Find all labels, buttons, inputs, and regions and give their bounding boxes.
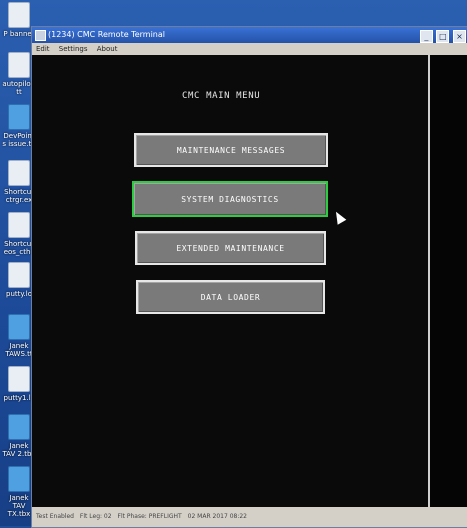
menu-about[interactable]: About	[97, 45, 118, 53]
file-icon	[8, 52, 30, 78]
side-panel	[430, 55, 467, 507]
button-label: DATA LOADER	[200, 292, 261, 302]
status-datetime: 02 MAR 2017 08:22	[187, 513, 247, 520]
minimize-button[interactable]: _	[419, 30, 433, 43]
document-icon	[8, 104, 30, 130]
data-loader-button[interactable]: DATA LOADER	[136, 280, 325, 314]
window-title: (1234) CMC Remote Terminal	[48, 30, 165, 39]
maximize-button[interactable]: □	[436, 30, 450, 43]
shortcut-icon	[8, 212, 30, 238]
menu-bar: Edit Settings About	[32, 43, 467, 55]
status-flight-phase: Flt Phase: PREFLIGHT	[117, 513, 182, 520]
status-bar: Test Enabled Flt Leg: 02 Flt Phase: PREF…	[32, 507, 467, 527]
file-icon	[8, 262, 30, 288]
mouse-pointer-icon	[331, 209, 347, 225]
title-bar[interactable]: (1234) CMC Remote Terminal _ □ ×	[32, 27, 467, 43]
button-label: MAINTENANCE MESSAGES	[176, 145, 286, 155]
status-flight-leg: Flt Leg: 02	[79, 513, 112, 520]
system-diagnostics-button[interactable]: SYSTEM DIAGNOSTICS	[132, 181, 328, 217]
document-icon	[8, 466, 30, 492]
maintenance-messages-button[interactable]: MAINTENANCE MESSAGES	[134, 133, 328, 167]
status-test-enabled: Test Enabled	[36, 513, 74, 520]
menu-edit[interactable]: Edit	[36, 45, 50, 53]
file-icon	[8, 2, 30, 28]
document-icon	[8, 314, 30, 340]
close-button[interactable]: ×	[453, 30, 466, 43]
button-label: SYSTEM DIAGNOSTICS	[181, 194, 279, 204]
menu-settings[interactable]: Settings	[59, 45, 88, 53]
extended-maintenance-button[interactable]: EXTENDED MAINTENANCE	[135, 231, 326, 265]
app-icon	[35, 30, 46, 41]
cmc-remote-terminal-window: (1234) CMC Remote Terminal _ □ × Edit Se…	[31, 26, 467, 528]
button-label: EXTENDED MAINTENANCE	[176, 243, 285, 253]
file-icon	[8, 366, 30, 392]
cmc-display: CMC MAIN MENU MAINTENANCE MESSAGES SYSTE…	[32, 55, 428, 507]
document-icon	[8, 414, 30, 440]
page-title: CMC MAIN MENU	[182, 91, 261, 101]
shortcut-icon	[8, 160, 30, 186]
